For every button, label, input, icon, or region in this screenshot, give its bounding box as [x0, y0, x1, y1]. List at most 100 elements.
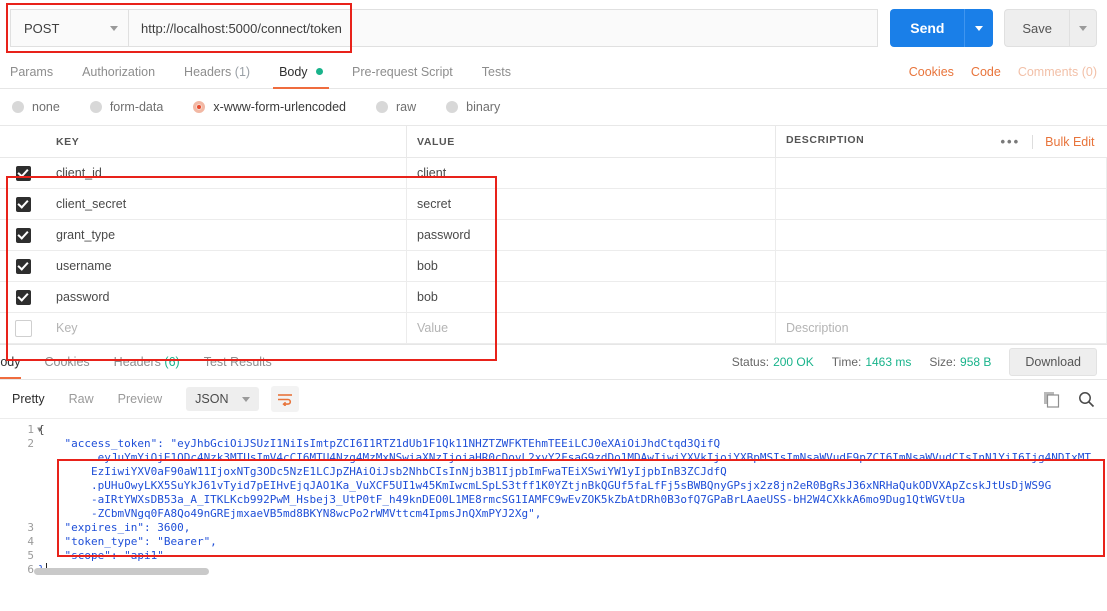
table-header-row: KEY VALUE DESCRIPTION ••• Bulk Edit	[0, 125, 1107, 158]
tab-label: Tests	[481, 65, 511, 79]
more-options-icon[interactable]: •••	[1001, 134, 1021, 149]
code-line: -aIRtYWXsDB53a_A_ITKLKcb992PwM_Hsbej3_Ut…	[38, 493, 966, 506]
row-checkbox-cell[interactable]	[0, 157, 46, 189]
request-url-input[interactable]	[128, 9, 879, 47]
row-checkbox-cell[interactable]	[0, 188, 46, 220]
format-preview[interactable]: Preview	[118, 392, 162, 406]
row-key-cell[interactable]: Key	[46, 312, 407, 344]
tab-tests[interactable]: Tests	[482, 65, 511, 88]
comments-link[interactable]: Comments (0)	[1018, 65, 1097, 79]
save-options-button[interactable]	[1069, 9, 1097, 47]
http-method-select[interactable]: POST	[10, 9, 128, 47]
body-type-x-www-form-urlencoded[interactable]: x-www-form-urlencoded	[193, 100, 346, 114]
code-line: -ZCbmVNgq0FA8Qo49nGREjmxaeVB5md8BKYN8wcP…	[38, 507, 542, 520]
tab-headers[interactable]: Headers (1)	[184, 65, 250, 88]
row-value-cell[interactable]: secret	[406, 188, 776, 220]
body-type-radio-group: none form-data x-www-form-urlencoded raw…	[0, 89, 1107, 125]
row-checkbox-cell[interactable]	[0, 219, 46, 251]
tab-params[interactable]: Params	[10, 65, 53, 88]
checkbox-checked-icon[interactable]	[15, 258, 31, 274]
format-raw[interactable]: Raw	[69, 392, 94, 406]
save-button[interactable]: Save	[1004, 9, 1069, 47]
search-icon	[1079, 391, 1095, 407]
row-description-cell[interactable]	[775, 157, 1107, 189]
tab-authorization[interactable]: Authorization	[82, 65, 155, 88]
checkbox-checked-icon[interactable]	[15, 227, 31, 243]
code-line: {	[38, 423, 45, 436]
cookies-link[interactable]: Cookies	[909, 65, 954, 79]
row-checkbox-cell[interactable]	[0, 281, 46, 313]
checkbox-checked-icon[interactable]	[15, 289, 31, 305]
language-select[interactable]: JSON	[186, 387, 260, 411]
row-description-cell[interactable]: Description	[775, 312, 1107, 344]
row-description-cell[interactable]	[775, 281, 1107, 313]
row-key-cell[interactable]: password	[46, 281, 407, 313]
radio-icon	[446, 101, 459, 113]
send-button[interactable]: Send	[890, 9, 965, 47]
bulk-edit-button[interactable]: Bulk Edit	[1045, 135, 1094, 149]
row-description-cell[interactable]	[775, 188, 1107, 220]
chevron-down-icon	[242, 396, 251, 402]
table-row: grant_type password	[0, 219, 1107, 251]
response-tab-body[interactable]: Body	[0, 345, 21, 379]
row-key-cell[interactable]: client_id	[46, 157, 407, 189]
chevron-down-icon	[1079, 25, 1087, 31]
download-button[interactable]: Download	[1009, 348, 1097, 376]
size-value: 958 B	[960, 355, 992, 369]
format-pretty[interactable]: Pretty	[12, 392, 45, 406]
row-value-cell[interactable]: bob	[406, 250, 776, 282]
line-number: 2	[27, 437, 34, 450]
save-button-group: Save	[1004, 9, 1097, 47]
table-body: client_id client client_secret secret gr…	[0, 157, 1107, 344]
body-type-raw[interactable]: raw	[376, 100, 416, 114]
tab-pre-request-script[interactable]: Pre-request Script	[352, 65, 453, 88]
code-link[interactable]: Code	[971, 65, 1001, 79]
key-column-header: KEY	[46, 125, 407, 158]
row-description-cell[interactable]	[775, 219, 1107, 251]
chevron-down-icon	[110, 25, 118, 31]
word-wrap-icon	[278, 393, 293, 406]
time-value: 1463 ms	[865, 355, 912, 369]
checkbox-unchecked-icon[interactable]	[14, 319, 32, 337]
row-key-cell[interactable]: client_secret	[46, 188, 407, 220]
row-key-cell[interactable]: grant_type	[46, 219, 407, 251]
row-description-cell[interactable]	[775, 250, 1107, 282]
line-number: 3	[27, 521, 34, 534]
response-tab-test-results[interactable]: Test Results	[204, 345, 272, 379]
body-modified-dot-icon	[316, 68, 324, 75]
row-value-cell[interactable]: bob	[406, 281, 776, 313]
body-type-binary[interactable]: binary	[446, 100, 500, 114]
response-tab-cookies[interactable]: Cookies	[45, 345, 90, 379]
radio-selected-icon	[193, 101, 206, 113]
line-number: 1 ▼	[27, 423, 42, 436]
code-line: "token_type": "Bearer",	[38, 535, 217, 548]
row-value-cell[interactable]: password	[406, 219, 776, 251]
row-key-cell[interactable]: username	[46, 250, 407, 282]
body-type-form-data[interactable]: form-data	[89, 100, 163, 114]
response-body-viewer[interactable]: 1 ▼ 2 3 4 5 6 { "access_token": "eyJhbGci…	[0, 419, 1107, 577]
row-value-placeholder: Value	[417, 321, 449, 335]
body-type-none[interactable]: none	[12, 100, 60, 114]
tab-count: (6)	[164, 355, 180, 369]
copy-button[interactable]	[1043, 391, 1060, 408]
send-options-button[interactable]	[964, 9, 994, 47]
row-checkbox-cell[interactable]	[0, 250, 46, 282]
response-tab-headers[interactable]: Headers (6)	[114, 345, 180, 379]
row-value-cell[interactable]: Value	[406, 312, 776, 344]
tab-body[interactable]: Body	[273, 65, 330, 89]
line-number	[0, 507, 34, 521]
code-line: "access_token": "eyJhbGciOiJSUzI1NiIsImt…	[38, 437, 721, 450]
line-number-gutter: 1 ▼ 2 3 4 5 6	[0, 423, 42, 577]
row-value-text: bob	[417, 290, 438, 304]
tab-label: Test Results	[203, 355, 272, 369]
checkbox-checked-icon[interactable]	[15, 196, 31, 212]
row-value-cell[interactable]: client	[406, 157, 776, 189]
search-button[interactable]	[1078, 391, 1095, 408]
row-checkbox-cell[interactable]	[0, 312, 46, 344]
tab-label: Headers	[184, 65, 232, 79]
word-wrap-toggle[interactable]	[271, 386, 300, 412]
radio-icon	[12, 101, 24, 113]
checkbox-checked-icon[interactable]	[15, 165, 31, 181]
horizontal-scrollbar[interactable]	[34, 568, 209, 575]
row-key-text: client_secret	[56, 197, 127, 211]
